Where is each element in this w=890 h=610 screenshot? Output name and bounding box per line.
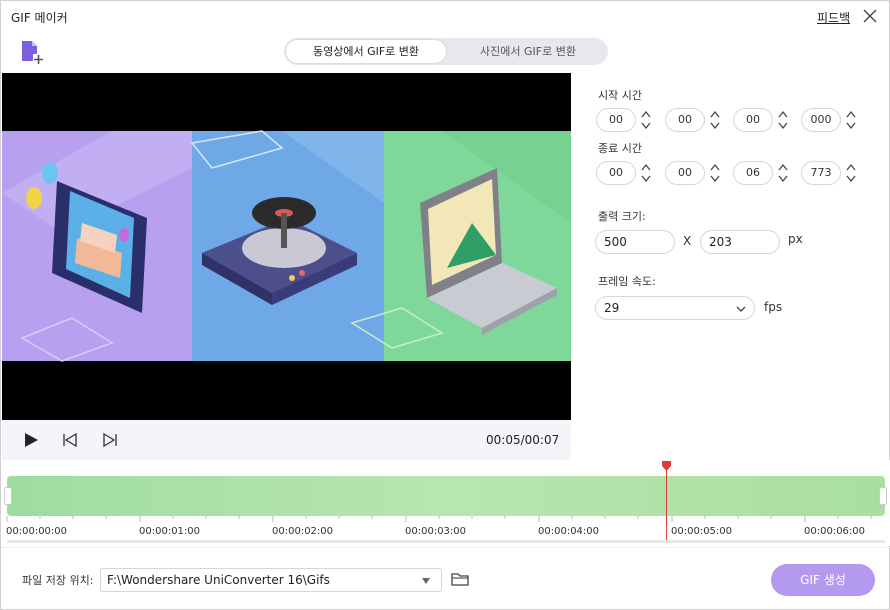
- size-unit: px: [788, 232, 803, 246]
- start-hours-value[interactable]: 00: [596, 108, 636, 132]
- next-frame-button[interactable]: [101, 431, 119, 449]
- previous-frame-button[interactable]: [61, 431, 79, 449]
- tab-photo-to-gif[interactable]: 사진에서 GIF로 변환: [450, 40, 606, 63]
- up-down-arrows-icon[interactable]: [844, 161, 858, 185]
- end-seconds-value[interactable]: 06: [733, 161, 773, 185]
- start-seconds-stepper[interactable]: 00: [733, 108, 793, 132]
- add-file-icon: [22, 41, 44, 65]
- next-frame-icon: [103, 432, 117, 448]
- tab-video-to-gif[interactable]: 동영상에서 GIF로 변환: [286, 40, 446, 63]
- start-minutes-value[interactable]: 00: [665, 108, 705, 132]
- preview-frame: [2, 73, 571, 420]
- end-time-label: 종료 시간: [598, 142, 642, 155]
- start-milliseconds-stepper[interactable]: 000: [801, 108, 861, 132]
- window-title: GIF 메이커: [11, 11, 68, 25]
- conversion-mode-switch: 동영상에서 GIF로 변환 사진에서 GIF로 변환: [284, 38, 608, 65]
- playback-time: 00:05/00:07: [486, 433, 560, 447]
- end-hours-stepper[interactable]: 00: [596, 161, 656, 185]
- tick-label: 00:00:00:00: [6, 526, 68, 537]
- start-minutes-stepper[interactable]: 00: [665, 108, 725, 132]
- tick-label: 00:00:05:00: [671, 526, 733, 537]
- frame-rate-value: 29: [604, 301, 620, 315]
- trim-end-handle[interactable]: [879, 487, 887, 505]
- end-minutes-value[interactable]: 00: [665, 161, 705, 185]
- start-seconds-value[interactable]: 00: [733, 108, 773, 132]
- gif-maker-window: GIF 메이커 피드백 동영상에서 GIF로 변환 사진에서 GIF로 변환 0…: [0, 0, 890, 610]
- size-separator: X: [683, 234, 692, 248]
- save-path-value: F:\Wondershare UniConverter 16\Gifs: [107, 573, 330, 587]
- end-hours-value[interactable]: 00: [596, 161, 636, 185]
- playback-controls: 00:05/00:07: [2, 420, 571, 460]
- up-down-arrows-icon[interactable]: [708, 108, 722, 132]
- output-size-label: 출력 크기:: [598, 210, 646, 223]
- end-milliseconds-value[interactable]: 773: [801, 161, 841, 185]
- timeline-track[interactable]: [7, 476, 885, 516]
- add-file-button[interactable]: [19, 39, 45, 65]
- width-field[interactable]: 500: [595, 230, 675, 254]
- start-time-label: 시작 시간: [598, 89, 642, 102]
- end-milliseconds-stepper[interactable]: 773: [801, 161, 861, 185]
- up-down-arrows-icon[interactable]: [708, 161, 722, 185]
- frame-rate-select[interactable]: 29: [595, 296, 755, 320]
- folder-icon: [451, 573, 469, 586]
- open-folder-button[interactable]: [451, 571, 469, 587]
- ruler-ticks: [6, 516, 872, 522]
- tick-label: 00:00:01:00: [139, 526, 201, 537]
- save-path-select[interactable]: F:\Wondershare UniConverter 16\Gifs: [100, 568, 442, 592]
- frame-rate-unit: fps: [764, 300, 783, 314]
- tick-label: 00:00:04:00: [538, 526, 600, 537]
- chevron-down-icon: [422, 578, 430, 584]
- settings-panel: 시작 시간 00 00 00 000 종료 시간 00 00 06 773 출력…: [572, 73, 889, 460]
- play-button[interactable]: [22, 431, 40, 449]
- timeline-scrollbar[interactable]: [7, 540, 885, 543]
- playhead[interactable]: [666, 468, 667, 540]
- timeline: 00:00:00:00 00:00:01:00 00:00:02:00 00:0…: [2, 460, 890, 546]
- up-down-arrows-icon[interactable]: [639, 161, 653, 185]
- up-down-arrows-icon[interactable]: [776, 161, 790, 185]
- end-minutes-stepper[interactable]: 00: [665, 161, 725, 185]
- up-down-arrows-icon[interactable]: [844, 108, 858, 132]
- close-icon: [863, 9, 877, 23]
- tick-label: 00:00:02:00: [272, 526, 334, 537]
- tick-label: 00:00:06:00: [804, 526, 866, 537]
- feedback-link[interactable]: 피드백: [817, 9, 850, 26]
- up-down-arrows-icon[interactable]: [639, 108, 653, 132]
- frame-rate-label: 프레임 속도:: [598, 275, 656, 288]
- save-location-label: 파일 저장 위치:: [22, 574, 94, 587]
- start-milliseconds-value[interactable]: 000: [801, 108, 841, 132]
- tick-label: 00:00:03:00: [405, 526, 467, 537]
- create-gif-button[interactable]: GIF 생성: [771, 564, 875, 596]
- up-down-arrows-icon[interactable]: [776, 108, 790, 132]
- chevron-down-icon: [736, 306, 746, 312]
- trim-start-handle[interactable]: [4, 487, 12, 505]
- height-field[interactable]: 203: [700, 230, 780, 254]
- footer: 파일 저장 위치: F:\Wondershare UniConverter 16…: [2, 547, 890, 609]
- playhead-handle[interactable]: [662, 461, 671, 471]
- start-hours-stepper[interactable]: 00: [596, 108, 656, 132]
- previous-frame-icon: [63, 432, 77, 448]
- video-preview: [2, 73, 571, 420]
- title-bar: GIF 메이커 피드백: [1, 1, 889, 33]
- close-button[interactable]: [861, 7, 879, 25]
- end-seconds-stepper[interactable]: 06: [733, 161, 793, 185]
- play-icon: [25, 433, 38, 447]
